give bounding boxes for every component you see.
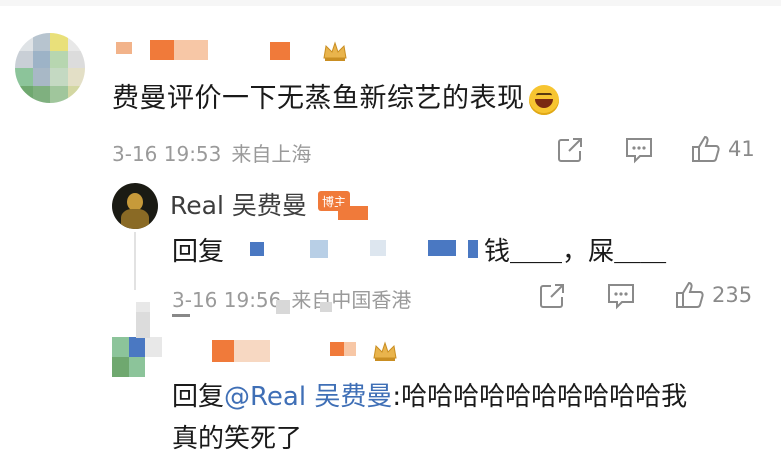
comment-icon [608,284,634,310]
reply2-text-line2: 真的笑死了 [172,424,303,454]
reply-text-part1: 钱 [484,237,511,267]
thread-line [134,232,136,290]
like-count: 41 [728,137,755,161]
reply-time: 3-16 19:56 [172,288,282,312]
reply2-text: 回复@Real 吴费曼:哈哈哈哈哈哈哈哈哈哈我 [172,376,687,413]
reply-text-visible: 钱＿＿，屎＿＿ [484,231,666,268]
badge-censored-block [338,206,368,220]
reply2-avatar[interactable] [112,337,162,377]
reply2-mention-link[interactable]: @Real 吴费曼 [224,382,392,412]
crown-icon [323,41,347,61]
comment-meta: 3-16 19:53 来自上海 [112,138,311,167]
reply-prefix: 回复 [172,237,225,267]
comment-source: 来自上海 [231,142,312,166]
comment-time: 3-16 19:53 [112,142,222,166]
share-button[interactable] [556,136,584,164]
top-divider [0,0,781,6]
comment-icon [626,138,652,164]
reply-text: 回复 [172,231,224,268]
comment-body: 费曼评价一下无蒸鱼新综艺的表现 [112,83,525,114]
reply-source: 来自中国香港 [291,288,412,312]
reply2-text-line1: :哈哈哈哈哈哈哈哈哈哈我 [392,382,688,412]
comment-text: 费曼评价一下无蒸鱼新综艺的表现 [112,76,559,115]
reply-share-button[interactable] [538,282,566,310]
share-icon [558,138,582,162]
reply-like-count: 235 [712,283,753,307]
commenter-avatar[interactable] [15,33,85,103]
reply-comment-button[interactable] [606,282,636,310]
reply-text-part2: 屎 [588,237,615,267]
thumbs-up-icon [676,281,704,308]
weibo-comment-thread: 费曼评价一下无蒸鱼新综艺的表现 3-16 19:53 来自上海 41 Real 吴… [0,0,781,465]
laughing-face-icon [528,84,559,115]
reply2-thread-block [136,312,150,338]
reply2-prefix: 回复 [172,382,225,412]
reply-blank2: ＿＿ [614,237,667,267]
reply-blank1: ＿＿ [510,237,563,267]
author-name[interactable]: Real 吴费曼 [170,186,307,222]
comment-button[interactable] [624,136,654,164]
author-avatar[interactable] [112,183,158,229]
share-icon [540,284,564,308]
reply-separator: ， [562,237,589,267]
like-button[interactable]: 41 [690,134,755,164]
thumbs-up-icon [692,135,720,162]
reply-like-button[interactable]: 235 [674,280,752,310]
crown-icon [373,341,397,361]
reply-meta: 3-16 19:56 来自中国香港 [172,284,411,313]
